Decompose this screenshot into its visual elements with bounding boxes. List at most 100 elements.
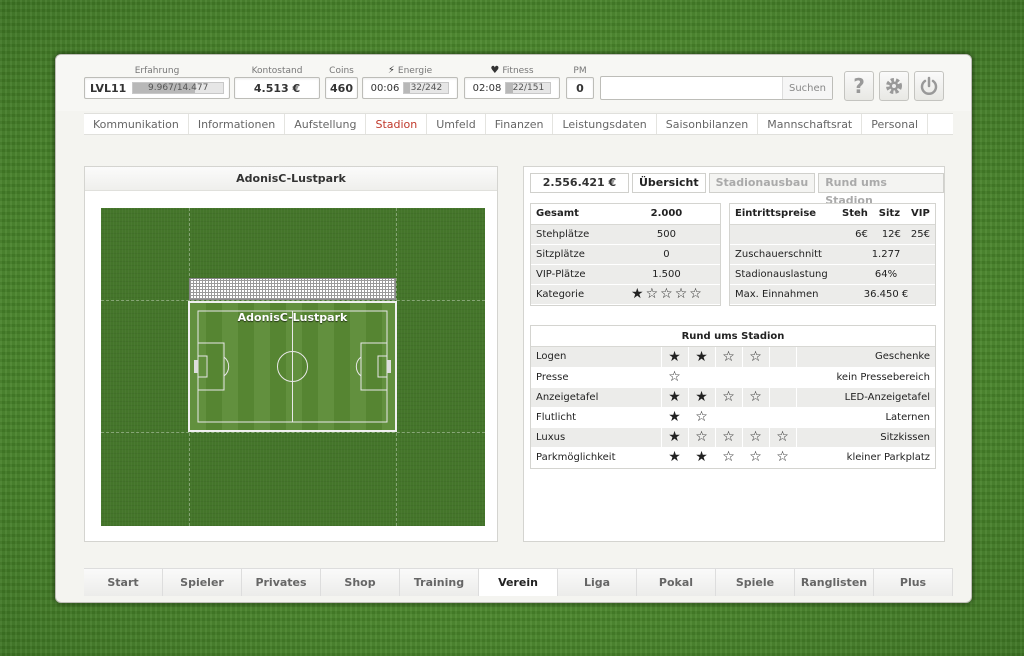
- around-stadium-row[interactable]: Flutlicht ★ ☆ Laternen: [531, 407, 935, 428]
- stadium-panel: AdonisC-Lustpark AdonisC-Lustpark: [84, 166, 498, 542]
- nav-privates[interactable]: Privates: [242, 569, 321, 596]
- search-input[interactable]: [601, 77, 782, 99]
- stadium-info-panel: 2.556.421 € Übersicht Stadionausbau Rund…: [523, 166, 945, 542]
- tab-leistungsdaten[interactable]: Leistungsdaten: [553, 114, 657, 134]
- nav-start[interactable]: Start: [84, 569, 163, 596]
- erfahrung-label: Erfahrung: [134, 66, 180, 76]
- price-row-label: Zuschauerschnitt: [730, 244, 838, 265]
- star-empty-icon: ☆: [674, 286, 688, 302]
- pm-label: PM: [573, 66, 587, 76]
- club-balance: 2.556.421 €: [530, 173, 629, 193]
- star-empty-icon: ☆: [722, 449, 735, 465]
- fitness-stat: ♥ Fitness 02:08 22/151: [464, 65, 560, 99]
- settings-button[interactable]: [879, 71, 909, 101]
- nav-pokal[interactable]: Pokal: [637, 569, 716, 596]
- capacity-value: 500: [612, 224, 720, 245]
- search-box: Suchen: [600, 76, 833, 100]
- pm-value[interactable]: 0: [566, 77, 594, 99]
- energie-bar-fill: [404, 83, 411, 93]
- prices-table: Eintrittspreise Steh Sitz VIP 6€ 12€ 25€…: [729, 203, 936, 306]
- tab-stadium-upgrade[interactable]: Stadionausbau: [708, 173, 816, 193]
- stadium-field-name: AdonisC-Lustpark: [237, 311, 348, 324]
- tab-informationen[interactable]: Informationen: [189, 114, 286, 134]
- erfahrung-stat: Erfahrung LVL11 9.967/14.477: [84, 65, 230, 99]
- facility-label: Parkmöglichkeit: [531, 447, 661, 468]
- heartbeat-icon: ♥: [490, 65, 500, 76]
- capacity-label: Stehplätze: [531, 224, 613, 245]
- nav-verein[interactable]: Verein: [479, 569, 558, 596]
- kategorie-label: Kategorie: [531, 284, 613, 305]
- star-empty-icon: ☆: [722, 348, 735, 365]
- prices-header-label: Eintrittspreise: [730, 204, 838, 225]
- nav-plus[interactable]: Plus: [874, 569, 953, 596]
- tab-around-stadium[interactable]: Rund ums Stadion: [818, 173, 944, 207]
- fitness-value: 22/151: [512, 83, 545, 93]
- nav-training[interactable]: Training: [400, 569, 479, 596]
- facility-value: Laternen: [795, 407, 935, 428]
- tab-overview[interactable]: Übersicht: [631, 173, 706, 193]
- kontostand-value: 4.513 €: [234, 77, 320, 99]
- energie-stat: ⚡ Energie 00:06 32/242: [362, 65, 458, 99]
- star-filled-icon: ★: [695, 348, 708, 365]
- facility-value: Geschenke: [795, 347, 935, 368]
- around-stadium-row[interactable]: Logen ★ ★ ☆ ☆ Geschenke: [531, 347, 935, 368]
- energie-bar: 32/242: [403, 82, 450, 94]
- price-row-label: Stadionauslastung: [730, 264, 838, 285]
- tab-stadion[interactable]: Stadion: [366, 114, 428, 134]
- energie-value: 32/242: [410, 83, 443, 93]
- capacity-table: Gesamt 2.000 Stehplätze 500 Sitzplätze 0 VIP…: [530, 203, 721, 306]
- coins-label: Coins: [329, 66, 354, 76]
- capacity-row: VIP-Plätze 1.500: [531, 264, 720, 285]
- help-button[interactable]: ?: [844, 71, 874, 101]
- price-vip: 25€: [905, 224, 935, 245]
- tab-finanzen[interactable]: Finanzen: [486, 114, 554, 134]
- tab-personal[interactable]: Personal: [862, 114, 929, 134]
- around-stadium-table: Rund ums Stadion Logen ★ ★ ☆ ☆ Geschenke Press…: [530, 325, 936, 469]
- nav-spiele[interactable]: Spiele: [716, 569, 795, 596]
- around-stadium-title: Rund ums Stadion: [531, 326, 935, 347]
- football-pitch: AdonisC-Lustpark: [188, 301, 397, 432]
- around-stadium-row[interactable]: Luxus ★ ☆ ☆ ☆ ☆ Sitzkissen: [531, 427, 935, 448]
- tab-mannschaftsrat[interactable]: Mannschaftsrat: [758, 114, 863, 134]
- sub-navigation: Kommunikation Informationen Aufstellung Sta…: [84, 113, 953, 135]
- fitness-timer: 02:08: [472, 82, 502, 94]
- around-stadium-row[interactable]: Anzeigetafel ★ ★ ☆ ☆ LED-Anzeigetafel: [531, 387, 935, 408]
- tab-saisonbilanzen[interactable]: Saisonbilanzen: [657, 114, 759, 134]
- tab-aufstellung[interactable]: Aufstellung: [285, 114, 367, 134]
- nav-ranglisten[interactable]: Ranglisten: [795, 569, 874, 596]
- pm-stat[interactable]: PM 0: [566, 65, 594, 99]
- facility-label: Anzeigetafel: [531, 387, 661, 408]
- xp-bar: 9.967/14.477: [132, 82, 224, 94]
- lightning-icon: ⚡: [387, 65, 395, 76]
- star-empty-icon: ☆: [776, 429, 789, 445]
- tab-umfeld[interactable]: Umfeld: [427, 114, 486, 134]
- status-bar: Erfahrung LVL11 9.967/14.477 Kontostand …: [56, 55, 971, 111]
- around-stadium-row[interactable]: Presse ☆ kein Pressebereich: [531, 367, 935, 388]
- facility-value: kleiner Parkplatz: [795, 447, 935, 468]
- stadium-view[interactable]: AdonisC-Lustpark: [101, 208, 485, 526]
- logout-button[interactable]: [914, 71, 944, 101]
- capacity-row: Stehplätze 500: [531, 224, 720, 245]
- stadium-tabs: 2.556.421 € Übersicht Stadionausbau Rund…: [530, 173, 944, 207]
- game-window: Erfahrung LVL11 9.967/14.477 Kontostand …: [55, 54, 972, 603]
- price-row: Max. Einnahmen 36.450 €: [730, 284, 935, 305]
- xp-value: 9.967/14.477: [148, 83, 209, 93]
- facility-value: Sitzkissen: [795, 427, 935, 448]
- star-filled-icon: ★: [668, 389, 681, 405]
- price-row-label: Max. Einnahmen: [730, 284, 838, 305]
- nav-spieler[interactable]: Spieler: [163, 569, 242, 596]
- coins-stat: Coins 460: [325, 65, 358, 99]
- fitness-bar: 22/151: [505, 82, 552, 94]
- energie-timer: 00:06: [370, 82, 400, 94]
- star-empty-icon: ☆: [722, 429, 735, 445]
- around-stadium-row[interactable]: Parkmöglichkeit ★ ★ ☆ ☆ ☆ kleiner Parkplatz: [531, 447, 935, 468]
- fitness-label: Fitness: [502, 66, 534, 76]
- prices-col-sitz: Sitz: [872, 204, 906, 225]
- search-button[interactable]: Suchen: [782, 77, 832, 99]
- tab-kommunikation[interactable]: Kommunikation: [84, 114, 189, 134]
- price-row: Stadionauslastung 64%: [730, 264, 935, 285]
- capacity-row: Sitzplätze 0: [531, 244, 720, 265]
- facility-label: Logen: [531, 347, 661, 368]
- nav-shop[interactable]: Shop: [321, 569, 400, 596]
- nav-liga[interactable]: Liga: [558, 569, 637, 596]
